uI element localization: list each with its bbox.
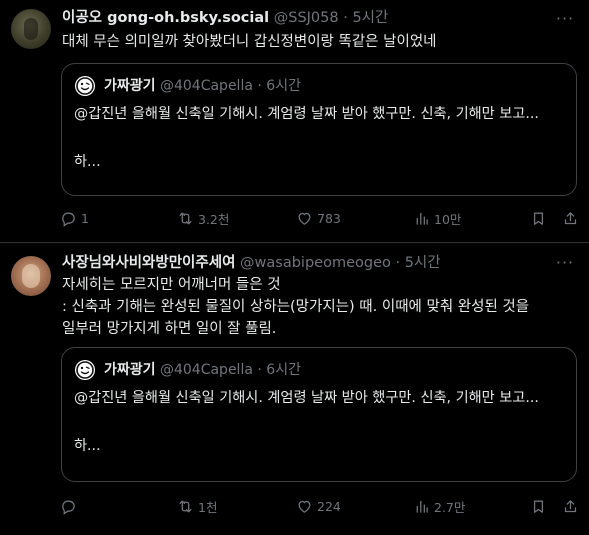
repost-icon — [179, 500, 192, 512]
separator-dot: · — [257, 78, 262, 94]
action-bar: 1천 224 2.7만 — [60, 494, 580, 518]
reply-button[interactable]: 1 — [60, 206, 89, 230]
quote-avatar — [75, 76, 95, 96]
share-button[interactable] — [562, 494, 583, 518]
tweet-header: 사장님와사비와방만이주세여 @wasabipeomeogeo · 5시간 — [62, 253, 441, 273]
separator-dot: · — [395, 255, 401, 271]
quote-header: 가짜광기 @404Capella · 6시간 — [104, 360, 301, 380]
quote-text: @갑진년 을해월 신축일 기해시. 계엄령 날짜 받아 했구만. 신축, 기해만… — [74, 390, 539, 454]
share-icon — [564, 499, 577, 512]
views-button[interactable]: 2.7만 — [413, 494, 465, 518]
bookmark-button[interactable] — [530, 494, 551, 518]
separator-dot: · — [343, 10, 348, 26]
views-count: 2.7만 — [434, 499, 466, 515]
quote-header: 가짜광기 @404Capella · 6시간 — [104, 76, 301, 96]
views-count: 10만 — [434, 211, 462, 227]
like-icon — [298, 212, 311, 225]
quote-display-name: 가짜광기 — [104, 362, 156, 378]
like-count: 224 — [317, 498, 341, 514]
tweet-1[interactable]: 이공오 gong-oh.bsky.social @SSJ058 · 5시간 ··… — [0, 0, 589, 243]
views-icon — [416, 500, 428, 513]
reply-icon — [62, 500, 75, 515]
quote-tweet[interactable]: 가짜광기 @404Capella · 6시간 @갑진년 을해월 신축일 기해시.… — [61, 347, 577, 482]
user-handle[interactable]: @wasabipeomeogeo — [240, 255, 391, 271]
quote-timestamp: 6시간 — [266, 78, 301, 94]
quote-display-name: 가짜광기 — [104, 78, 156, 94]
tweet-text: 대체 무슨 의미일까 찾아봤더니 갑신정변이랑 똑같은 날이었네 — [62, 34, 437, 50]
repost-button[interactable]: 3.2천 — [177, 206, 229, 230]
timestamp[interactable]: 5시간 — [352, 10, 388, 26]
timestamp[interactable]: 5시간 — [405, 255, 441, 271]
reply-count: 1 — [81, 210, 89, 226]
tweet-text: 자세히는 모르지만 어깨너머 들은 것 : 신축과 기해는 완성된 물질이 상하… — [62, 277, 530, 337]
repost-icon — [179, 212, 192, 224]
like-button[interactable]: 783 — [296, 206, 341, 230]
avatar[interactable] — [11, 9, 51, 49]
display-name[interactable]: 이공오 gong-oh.bsky.social — [62, 10, 269, 26]
repost-count: 3.2천 — [198, 211, 230, 227]
tweet-header: 이공오 gong-oh.bsky.social @SSJ058 · 5시간 — [62, 8, 388, 28]
display-name[interactable]: 사장님와사비와방만이주세여 — [62, 255, 235, 271]
like-icon — [298, 500, 311, 513]
more-icon[interactable]: ··· — [555, 9, 575, 29]
like-button[interactable]: 224 — [296, 494, 341, 518]
views-icon — [416, 212, 428, 225]
more-icon[interactable]: ··· — [555, 253, 575, 273]
user-handle[interactable]: @SSJ058 — [274, 10, 339, 26]
quote-avatar — [75, 360, 95, 380]
share-button[interactable] — [562, 206, 583, 230]
quote-timestamp: 6시간 — [266, 362, 301, 378]
views-button[interactable]: 10만 — [413, 206, 461, 230]
quote-text: @갑진년 을해월 신축일 기해시. 계엄령 날짜 받아 했구만. 신축, 기해만… — [74, 106, 539, 170]
quote-tweet[interactable]: 가짜광기 @404Capella · 6시간 @갑진년 을해월 신축일 기해시.… — [61, 63, 577, 196]
bookmark-icon — [533, 500, 544, 513]
action-bar: 1 3.2천 783 10만 — [60, 206, 580, 230]
like-count: 783 — [317, 210, 341, 226]
quote-handle: @404Capella — [159, 78, 253, 94]
share-icon — [564, 211, 577, 224]
bookmark-icon — [533, 212, 544, 225]
quote-handle: @404Capella — [159, 362, 253, 378]
separator-dot: · — [257, 362, 262, 378]
bookmark-button[interactable] — [530, 206, 551, 230]
repost-button[interactable]: 1천 — [177, 494, 217, 518]
reply-icon — [62, 212, 75, 227]
avatar[interactable] — [11, 256, 51, 296]
repost-count: 1천 — [198, 499, 218, 515]
reply-button[interactable] — [60, 494, 81, 518]
